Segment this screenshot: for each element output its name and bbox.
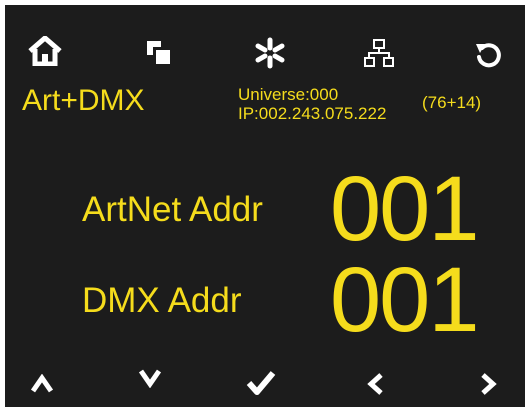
check-icon[interactable] xyxy=(246,370,276,396)
ip-label: IP:002.243.075.222 xyxy=(238,104,387,123)
left-icon[interactable] xyxy=(366,372,386,396)
universe-label: Universe:000 xyxy=(238,85,339,104)
undo-icon[interactable] xyxy=(474,40,502,68)
channel-count: (76+14) xyxy=(422,93,482,112)
asterisk-icon[interactable] xyxy=(254,37,286,69)
artnet-addr-label: ArtNet Addr xyxy=(82,190,263,229)
right-icon[interactable] xyxy=(478,372,498,396)
dmx-addr-label: DMX Addr xyxy=(82,281,242,320)
up-icon[interactable] xyxy=(30,374,54,394)
dmx-addr-value[interactable]: 001 xyxy=(330,254,479,346)
artnet-addr-value[interactable]: 001 xyxy=(330,163,479,255)
mode-label: Art+DMX xyxy=(22,84,145,117)
copy-icon[interactable] xyxy=(146,40,172,66)
network-icon[interactable] xyxy=(364,38,394,68)
device-screen: Art+DMX Universe:000 IP:002.243.075.222 … xyxy=(0,0,530,412)
home-icon[interactable] xyxy=(27,36,63,66)
down-icon[interactable] xyxy=(138,368,162,388)
